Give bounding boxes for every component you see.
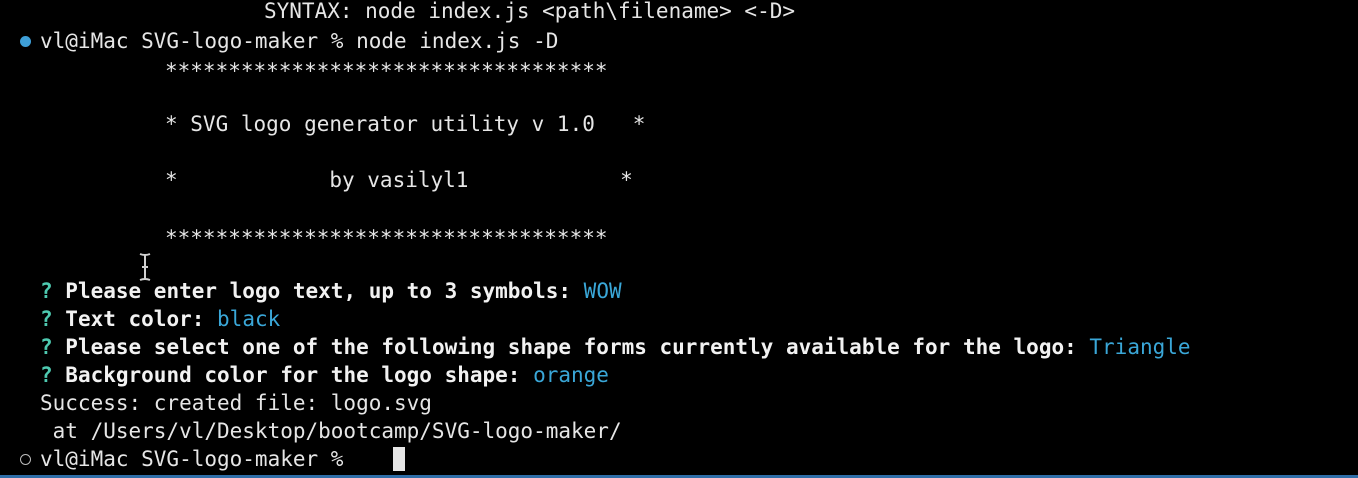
question-mark: ?: [40, 363, 53, 387]
prompt-question-logo-text: ? Please enter logo text, up to 3 symbol…: [40, 277, 622, 305]
banner-author: * by vasilyl1 *: [165, 168, 633, 192]
prompt-question-background-color: ? Background color for the logo shape: o…: [40, 361, 609, 389]
question-mark: ?: [40, 335, 53, 359]
command-prompt-line: vl@iMac SVG-logo-maker % node index.js -…: [40, 29, 559, 53]
question-label: Text color:: [52, 307, 218, 331]
banner-stars-bottom: ***********************************: [165, 226, 608, 250]
terminal-cursor-icon: [393, 447, 405, 471]
question-mark: ?: [40, 307, 53, 331]
command-status-dot-empty-icon[interactable]: [20, 454, 31, 465]
question-label: Please select one of the following shape…: [52, 335, 1090, 359]
question-label: Background color for the logo shape:: [52, 363, 534, 387]
question-label: Please enter logo text, up to 3 symbols:: [52, 279, 584, 303]
current-prompt-line[interactable]: vl@iMac SVG-logo-maker %: [40, 445, 356, 473]
banner-title: * SVG logo generator utility v 1.0 *: [165, 112, 646, 136]
answer-value: WOW: [583, 279, 622, 303]
prompt-question-shape: ? Please select one of the following sha…: [40, 333, 1191, 361]
prompt-question-text-color: ? Text color: black: [40, 305, 280, 333]
answer-value: Triangle: [1089, 335, 1191, 359]
command-status-dot-icon[interactable]: [20, 36, 31, 47]
output-path: at /Users/vl/Desktop/bootcamp/SVG-logo-m…: [40, 419, 622, 443]
success-message: Success: created file: logo.svg: [40, 391, 432, 415]
banner-stars-top: ***********************************: [165, 59, 608, 83]
syntax-line: SYNTAX: node index.js <path\filename> <-…: [264, 0, 796, 23]
current-prompt-text: vl@iMac SVG-logo-maker %: [40, 447, 357, 471]
question-mark: ?: [40, 279, 53, 303]
answer-value: black: [217, 307, 281, 331]
answer-value: orange: [533, 363, 609, 387]
terminal-window[interactable]: SYNTAX: node index.js <path\filename> <-…: [0, 0, 1358, 478]
